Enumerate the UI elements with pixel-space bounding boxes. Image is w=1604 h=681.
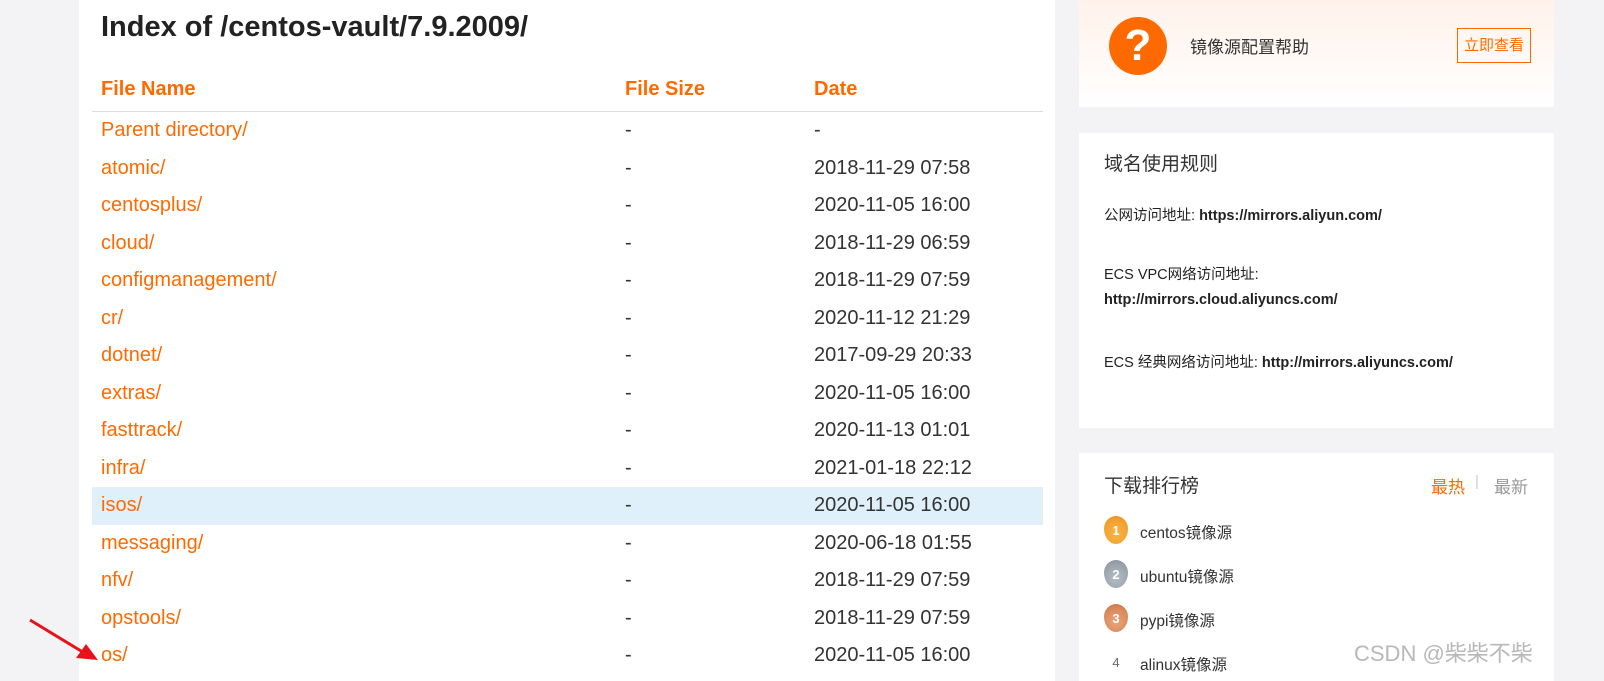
column-header-file-size[interactable]: File Size [625, 78, 705, 101]
table-row: fasttrack/ - 2020-11-13 01:01 [92, 412, 1043, 450]
file-size-cell: - [625, 156, 632, 179]
question-icon: ? [1109, 17, 1167, 75]
public-address-line: 公网访问地址: https://mirrors.aliyun.com/ [1104, 204, 1382, 225]
rank-item-label[interactable]: ubuntu镜像源 [1140, 565, 1234, 587]
date-cell: 2020-11-05 16:00 [814, 644, 971, 666]
table-row: Parent directory/ - - [92, 112, 1043, 150]
file-name-link[interactable]: opstools/ [101, 607, 181, 630]
rank-item-label[interactable]: centos镜像源 [1140, 521, 1232, 543]
column-header-file-name[interactable]: File Name [101, 78, 195, 101]
tab-hottest[interactable]: 最热 [1431, 473, 1465, 498]
date-cell: 2018-11-29 07:58 [814, 156, 971, 179]
date-cell: 2020-11-13 01:01 [814, 419, 971, 441]
file-name-link[interactable]: nfv/ [101, 569, 133, 592]
table-row: extras/ - 2020-11-05 16:00 [92, 375, 1043, 413]
vpc-address-url-line: http://mirrors.cloud.aliyuncs.com/ [1104, 292, 1338, 308]
file-size-cell: - [625, 381, 632, 404]
red-arrow-annotation [29, 618, 98, 660]
column-header-date[interactable]: Date [814, 78, 857, 101]
gold-medal-icon: 1 [1104, 516, 1128, 544]
table-row: os/ - 2020-11-05 16:00 [92, 637, 1043, 675]
vpc-address-url[interactable]: http://mirrors.cloud.aliyuncs.com/ [1104, 292, 1338, 308]
file-name-link[interactable]: extras/ [101, 382, 161, 405]
file-name-link[interactable]: configmanagement/ [101, 269, 277, 292]
view-now-button[interactable]: 立即查看 [1457, 28, 1531, 63]
table-row: configmanagement/ - 2018-11-29 07:59 [92, 262, 1043, 300]
file-size-cell: - [625, 531, 632, 554]
date-cell: 2018-11-29 07:59 [814, 269, 971, 291]
file-name-link[interactable]: cr/ [101, 307, 123, 330]
file-size-cell: - [625, 419, 632, 441]
file-size-cell: - [625, 569, 632, 591]
file-name-link[interactable]: cloud/ [101, 232, 154, 255]
table-row: cloud/ - 2018-11-29 06:59 [92, 225, 1043, 263]
table-row: dotnet/ - 2017-09-29 20:33 [92, 337, 1043, 375]
public-address-label: 公网访问地址: [1104, 208, 1200, 224]
table-row: infra/ - 2021-01-18 22:12 [92, 450, 1043, 488]
rank-item-label[interactable]: pypi镜像源 [1140, 609, 1215, 631]
table-row: atomic/ - 2018-11-29 07:58 [92, 150, 1043, 188]
file-size-cell: - [625, 269, 632, 291]
file-name-link[interactable]: infra/ [101, 457, 145, 480]
table-row: cr/ - 2020-11-12 21:29 [92, 300, 1043, 338]
file-name-link[interactable]: fasttrack/ [101, 419, 182, 442]
date-cell: - [814, 119, 821, 141]
mirror-help-card: ? 镜像源配置帮助 立即查看 [1079, 0, 1554, 107]
date-cell: 2020-06-18 01:55 [814, 531, 972, 554]
date-cell: 2018-11-29 07:59 [814, 569, 971, 591]
tab-separator: | [1475, 473, 1479, 490]
domain-rules-title: 域名使用规则 [1104, 154, 1219, 175]
table-row: centosplus/ - 2020-11-05 16:00 [92, 187, 1043, 225]
table-body: Parent directory/ - - atomic/ - 2018-11-29 07… [92, 112, 1043, 675]
date-cell: 2021-01-18 22:12 [814, 456, 972, 479]
ranking-title: 下载排行榜 [1104, 476, 1200, 497]
date-cell: 2020-11-05 16:00 [814, 194, 971, 216]
bronze-medal-icon: 3 [1104, 604, 1128, 632]
file-name-link[interactable]: messaging/ [101, 532, 203, 555]
date-cell: 2020-11-12 21:29 [814, 306, 971, 329]
csdn-watermark: CSDN @柴柴不柴 [1354, 641, 1533, 666]
tab-newest[interactable]: 最新 [1494, 473, 1528, 498]
file-name-link[interactable]: os/ [101, 644, 128, 667]
public-address-url[interactable]: https://mirrors.aliyun.com/ [1199, 208, 1382, 224]
file-size-cell: - [625, 456, 632, 479]
file-name-link[interactable]: atomic/ [101, 157, 165, 180]
date-cell: 2018-11-29 06:59 [814, 231, 971, 254]
table-row: nfv/ - 2018-11-29 07:59 [92, 562, 1043, 600]
file-size-cell: - [625, 606, 632, 629]
domain-rules-card: 域名使用规则 公网访问地址: https://mirrors.aliyun.co… [1079, 133, 1554, 428]
classic-address-label: ECS 经典网络访问地址: [1104, 355, 1262, 371]
file-name-link[interactable]: dotnet/ [101, 344, 162, 367]
rank-item-label[interactable]: alinux镜像源 [1140, 653, 1227, 675]
classic-address-line: ECS 经典网络访问地址: http://mirrors.aliyuncs.co… [1104, 351, 1453, 372]
rank-number: 4 [1112, 655, 1120, 670]
file-size-cell: - [625, 344, 632, 366]
file-size-cell: - [625, 644, 632, 666]
help-text: 镜像源配置帮助 [1190, 38, 1309, 57]
file-size-cell: - [625, 306, 632, 329]
silver-medal-icon: 2 [1104, 560, 1128, 588]
table-row: isos/ - 2020-11-05 16:00 [92, 487, 1043, 525]
file-name-link[interactable]: Parent directory/ [101, 119, 248, 142]
file-table: File Name File Size Date Parent director… [92, 70, 1043, 675]
file-name-link[interactable]: isos/ [101, 494, 142, 517]
file-name-link[interactable]: centosplus/ [101, 194, 202, 217]
page-title: Index of /centos-vault/7.9.2009/ [101, 11, 529, 43]
vpc-address-label: ECS VPC网络访问地址: [1104, 267, 1259, 283]
date-cell: 2018-11-29 07:59 [814, 606, 971, 629]
file-size-cell: - [625, 119, 632, 141]
table-header: File Name File Size Date [92, 70, 1043, 112]
classic-address-url[interactable]: http://mirrors.aliyuncs.com/ [1262, 355, 1453, 371]
table-row: messaging/ - 2020-06-18 01:55 [92, 525, 1043, 563]
file-size-cell: - [625, 194, 632, 216]
date-cell: 2017-09-29 20:33 [814, 344, 972, 366]
table-row: opstools/ - 2018-11-29 07:59 [92, 600, 1043, 638]
date-cell: 2020-11-05 16:00 [814, 381, 971, 404]
date-cell: 2020-11-05 16:00 [814, 494, 971, 516]
file-size-cell: - [625, 231, 632, 254]
file-size-cell: - [625, 494, 632, 516]
